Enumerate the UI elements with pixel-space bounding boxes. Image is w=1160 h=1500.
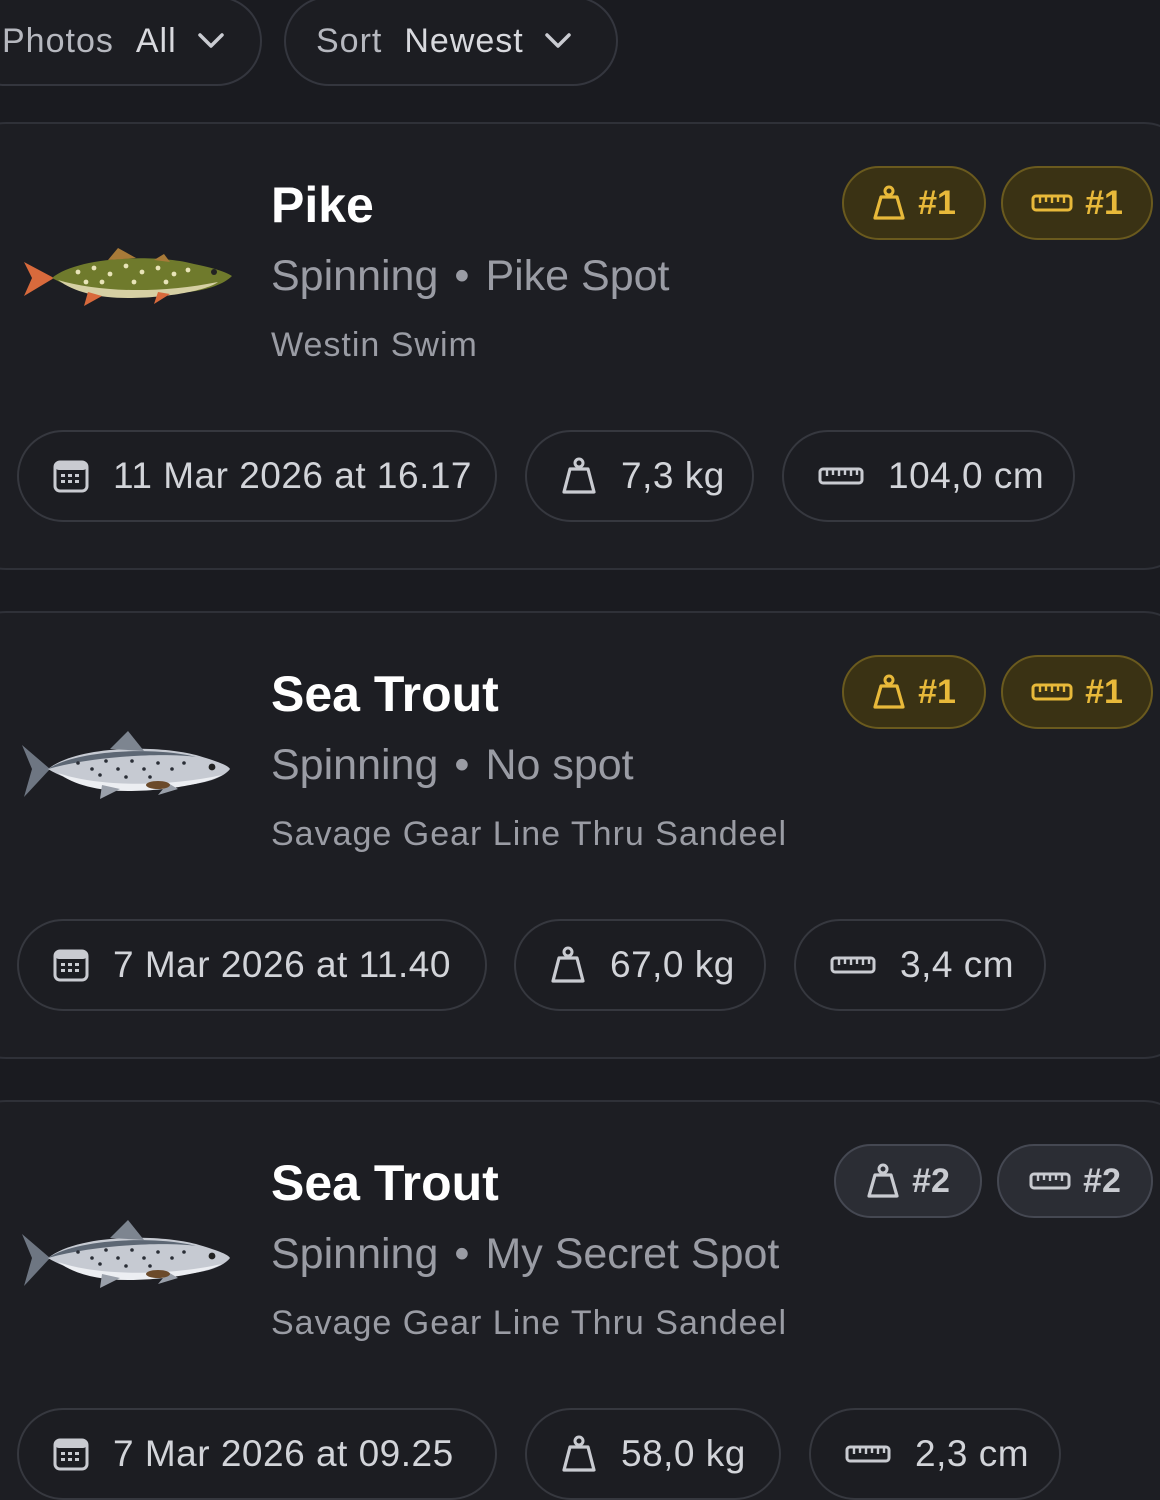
- sort-filter-button[interactable]: Sort Newest: [284, 0, 618, 86]
- separator-dot: •: [454, 1230, 470, 1278]
- weight-icon: [873, 674, 905, 709]
- ruler-icon: [1031, 683, 1073, 701]
- catch-spot: No spot: [485, 741, 634, 789]
- catch-weight: 67,0 kg: [610, 944, 735, 985]
- catch-weight: 58,0 kg: [621, 1433, 746, 1474]
- photos-filter-value: All: [135, 21, 177, 60]
- length-rank-badge: #1: [1001, 655, 1153, 729]
- catch-spot: Pike Spot: [485, 252, 670, 300]
- weight-icon: [561, 457, 597, 495]
- catch-method: Spinning: [271, 252, 439, 300]
- separator-dot: •: [454, 252, 470, 300]
- catch-card[interactable]: Sea Trout Spinning • No spot Savage Gear L…: [0, 611, 1160, 1059]
- catch-card[interactable]: Pike Spinning • Pike Spot Westin Swim #1 #…: [0, 122, 1160, 570]
- sort-filter-label: Sort: [316, 21, 383, 60]
- weight-icon: [867, 1163, 899, 1198]
- catch-subtitle: Spinning • No spot: [271, 741, 634, 790]
- weight-rank-badge: #1: [842, 166, 986, 240]
- catch-species: Sea Trout: [271, 1155, 499, 1211]
- catch-card[interactable]: Sea Trout Spinning • My Secret Spot Savage…: [0, 1100, 1160, 1500]
- catch-length: 3,4 cm: [900, 944, 1015, 985]
- date-chip: 7 Mar 2026 at 11.40: [17, 919, 487, 1011]
- calendar-icon: [53, 459, 89, 493]
- weight-rank-badge: #1: [842, 655, 986, 729]
- length-chip: 104,0 cm: [782, 430, 1075, 522]
- weight-rank-badge: #2: [834, 1144, 982, 1218]
- weight-icon: [873, 185, 905, 220]
- catch-weight: 7,3 kg: [621, 455, 725, 496]
- length-rank: #1: [1085, 672, 1123, 711]
- weight-chip: 67,0 kg: [514, 919, 766, 1011]
- weight-icon: [550, 946, 586, 984]
- pike-fish-icon: [18, 234, 232, 324]
- catch-date: 7 Mar 2026 at 09.25: [113, 1433, 454, 1474]
- sea-trout-fish-icon: [18, 1212, 232, 1302]
- calendar-icon: [53, 948, 89, 982]
- weight-icon: [561, 1435, 597, 1473]
- catch-subtitle: Spinning • Pike Spot: [271, 252, 670, 301]
- weight-rank: #1: [918, 672, 956, 711]
- catch-spot: My Secret Spot: [485, 1230, 780, 1278]
- catch-species: Pike: [271, 177, 374, 233]
- date-chip: 7 Mar 2026 at 09.25: [17, 1408, 497, 1500]
- catch-species: Sea Trout: [271, 666, 499, 722]
- length-rank: #1: [1085, 183, 1123, 222]
- chevron-down-icon: [544, 32, 572, 50]
- catch-lure: Savage Gear Line Thru Sandeel: [271, 815, 788, 853]
- catch-length: 104,0 cm: [888, 455, 1045, 496]
- chevron-down-icon: [197, 32, 225, 50]
- length-rank-badge: #1: [1001, 166, 1153, 240]
- length-rank: #2: [1083, 1161, 1121, 1200]
- catch-lure: Westin Swim: [271, 326, 478, 364]
- ruler-icon: [845, 1443, 891, 1465]
- catch-length: 2,3 cm: [915, 1433, 1030, 1474]
- ruler-icon: [830, 954, 876, 976]
- sea-trout-fish-icon: [18, 723, 232, 813]
- catch-method: Spinning: [271, 741, 439, 789]
- photos-filter-label: Photos: [2, 21, 114, 60]
- catch-date: 7 Mar 2026 at 11.40: [113, 944, 451, 985]
- length-rank-badge: #2: [997, 1144, 1153, 1218]
- ruler-icon: [1031, 194, 1073, 212]
- date-chip: 11 Mar 2026 at 16.17: [17, 430, 497, 522]
- length-chip: 2,3 cm: [809, 1408, 1061, 1500]
- calendar-icon: [53, 1437, 89, 1471]
- weight-chip: 58,0 kg: [525, 1408, 781, 1500]
- catch-date: 11 Mar 2026 at 16.17: [113, 455, 473, 496]
- catch-list-page: Photos All Sort Newest Pike Spinning • P…: [0, 0, 1160, 1500]
- photos-filter-button[interactable]: Photos All: [0, 0, 262, 86]
- sort-filter-value: Newest: [404, 21, 524, 60]
- catch-subtitle: Spinning • My Secret Spot: [271, 1230, 779, 1279]
- weight-rank: #1: [918, 183, 956, 222]
- catch-method: Spinning: [271, 1230, 439, 1278]
- separator-dot: •: [454, 741, 470, 789]
- ruler-icon: [818, 465, 864, 487]
- weight-chip: 7,3 kg: [525, 430, 754, 522]
- weight-rank: #2: [912, 1161, 950, 1200]
- catch-lure: Savage Gear Line Thru Sandeel: [271, 1304, 788, 1342]
- length-chip: 3,4 cm: [794, 919, 1046, 1011]
- ruler-icon: [1029, 1172, 1071, 1190]
